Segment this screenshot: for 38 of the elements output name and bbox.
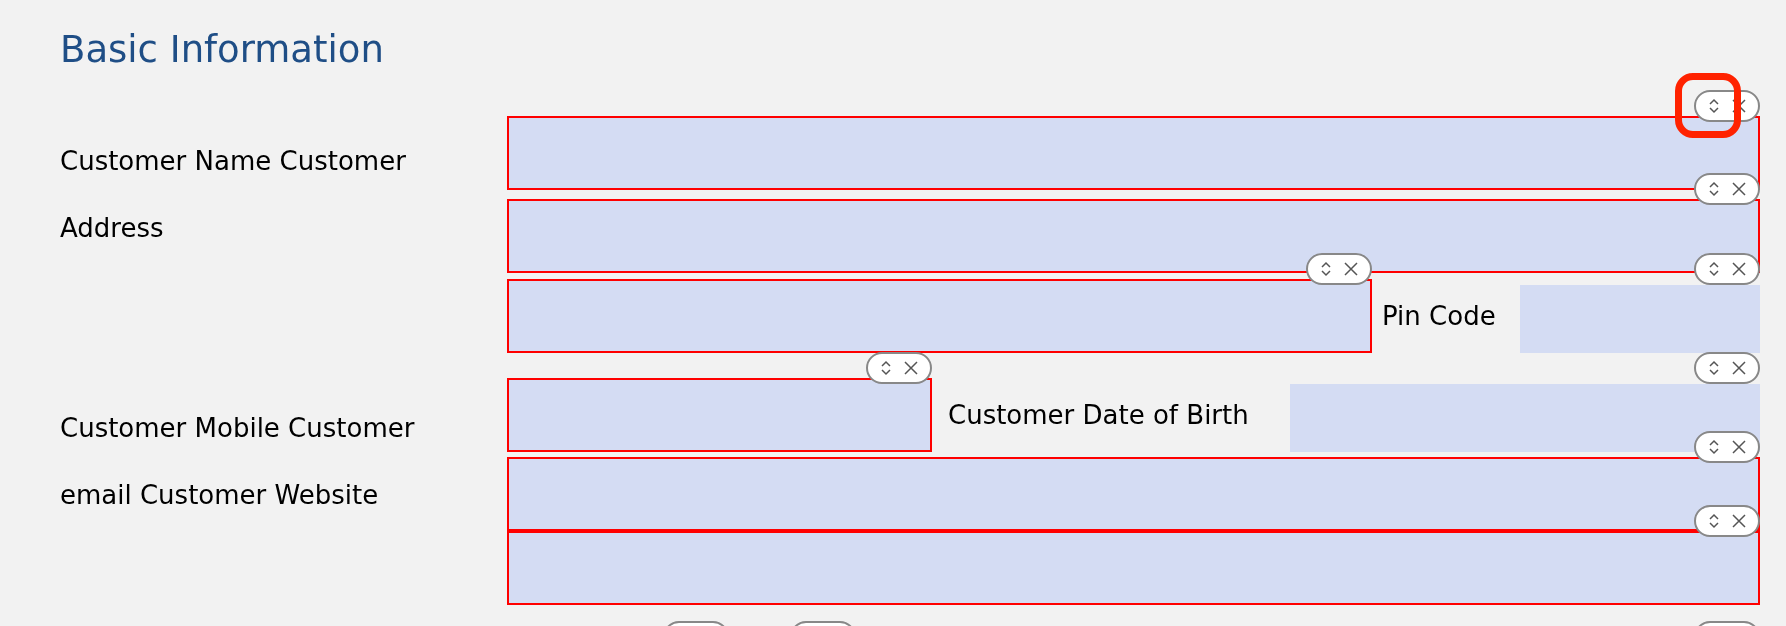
input-field[interactable] <box>507 457 1760 531</box>
input-field[interactable] <box>507 531 1760 605</box>
section-heading: Basic Information <box>60 27 384 73</box>
updown-icon <box>1708 360 1719 376</box>
close-icon <box>1731 99 1746 113</box>
updown-icon <box>1708 181 1719 197</box>
field-handle[interactable] <box>1694 352 1760 384</box>
field-handle[interactable] <box>1306 253 1372 285</box>
input-field[interactable] <box>507 116 1760 190</box>
field-label: email Customer Website <box>60 479 379 512</box>
updown-icon <box>1708 439 1719 455</box>
updown-icon <box>880 360 891 376</box>
input-field[interactable] <box>507 279 1372 353</box>
updown-icon <box>1708 98 1719 114</box>
close-icon <box>903 361 918 375</box>
field-handle[interactable] <box>866 352 932 384</box>
updown-icon <box>1320 261 1331 277</box>
close-icon <box>1731 262 1746 276</box>
close-icon <box>1731 440 1746 454</box>
updown-icon <box>1708 513 1719 529</box>
close-icon <box>1731 361 1746 375</box>
close-icon <box>1731 182 1746 196</box>
field-label: Customer Name Customer <box>60 145 406 178</box>
input-field[interactable] <box>507 378 932 452</box>
field-handle[interactable] <box>1694 505 1760 537</box>
field-label: Customer Date of Birth <box>947 399 1250 432</box>
field-handle[interactable] <box>1694 253 1760 285</box>
close-icon <box>1343 262 1358 276</box>
input-field[interactable] <box>1520 285 1760 353</box>
input-field[interactable] <box>1290 384 1760 452</box>
field-label: Address <box>60 212 164 245</box>
field-label: Pin Code <box>1381 300 1497 333</box>
input-field[interactable] <box>507 199 1760 273</box>
updown-icon <box>1708 261 1719 277</box>
field-label: Customer Mobile Customer <box>60 412 415 445</box>
field-handle[interactable] <box>1694 431 1760 463</box>
field-handle[interactable] <box>1694 173 1760 205</box>
close-icon <box>1731 514 1746 528</box>
